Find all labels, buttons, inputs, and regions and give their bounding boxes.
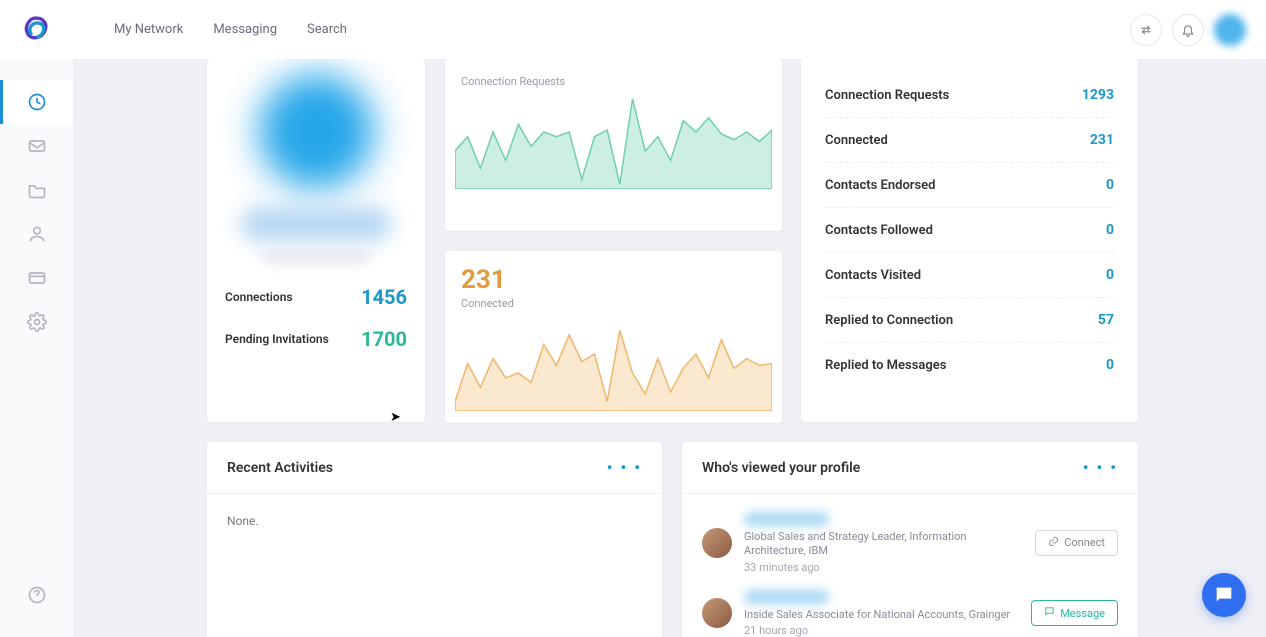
stat-label: Connection Requests — [825, 88, 949, 103]
stat-row: Contacts Endorsed 0 — [825, 163, 1114, 208]
chat-launcher[interactable] — [1202, 573, 1246, 617]
nav-messaging[interactable]: Messaging — [213, 22, 277, 37]
viewer-row: Inside Sales Associate for National Acco… — [702, 582, 1118, 637]
recent-more-icon[interactable]: • • • — [607, 458, 642, 477]
viewer-info: Inside Sales Associate for National Acco… — [744, 590, 1019, 637]
user-avatar[interactable] — [1214, 14, 1246, 46]
stat-value: 1293 — [1082, 87, 1114, 103]
chart-connected-value: 231 — [461, 265, 772, 295]
viewer-name — [744, 512, 829, 526]
profile-stats: Connections 1456 Pending Invitations 170… — [207, 285, 425, 369]
stat-label: Replied to Connection — [825, 313, 953, 328]
recent-activities-card: Recent Activities • • • None. — [207, 442, 662, 637]
nav-my-network[interactable]: My Network — [114, 22, 183, 37]
sidebar-billing[interactable] — [0, 256, 73, 300]
profile-name — [241, 207, 391, 241]
profile-card: Connections 1456 Pending Invitations 170… — [207, 59, 425, 422]
pending-label: Pending Invitations — [225, 332, 329, 346]
connections-value: 1456 — [361, 285, 407, 309]
stat-value: 0 — [1106, 267, 1114, 283]
viewer-row: Global Sales and Strategy Leader, Inform… — [702, 504, 1118, 582]
chart-requests-plot — [455, 94, 772, 189]
connections-label: Connections — [225, 290, 293, 304]
stat-label: Connected — [825, 133, 888, 148]
viewer-name — [744, 590, 829, 604]
stat-value: 231 — [1090, 132, 1114, 148]
bell-icon[interactable] — [1172, 14, 1204, 46]
stat-label: Contacts Visited — [825, 268, 921, 283]
chart-connected-label: Connected — [461, 297, 772, 310]
chat-icon — [1044, 606, 1055, 620]
stat-value: 0 — [1106, 177, 1114, 193]
topbar: My Network Messaging Search — [0, 0, 1266, 59]
stat-value: 0 — [1106, 357, 1114, 373]
viewer-info: Global Sales and Strategy Leader, Inform… — [744, 512, 1023, 574]
app-logo[interactable] — [18, 12, 54, 48]
swap-icon[interactable] — [1130, 14, 1162, 46]
sidebar-help[interactable] — [0, 573, 73, 617]
viewers-title: Who's viewed your profile — [702, 460, 860, 476]
viewers-more-icon[interactable]: • • • — [1083, 458, 1118, 477]
pending-value: 1700 — [361, 327, 407, 351]
stat-row: Contacts Followed 0 — [825, 208, 1114, 253]
stat-label: Replied to Messages — [825, 358, 946, 373]
sidebar-settings[interactable] — [0, 300, 73, 344]
sidebar-mail[interactable] — [0, 124, 73, 168]
stat-value: 0 — [1106, 222, 1114, 238]
sidebar-dashboard[interactable] — [0, 80, 73, 124]
chart-requests-label: Connection Requests — [461, 75, 772, 88]
profile-subtitle — [261, 249, 371, 263]
stat-row: Connected 231 — [825, 118, 1114, 163]
viewer-title: Global Sales and Strategy Leader, Inform… — [744, 530, 1023, 559]
viewers-card: Who's viewed your profile • • • Global S… — [682, 442, 1138, 637]
stat-value: 57 — [1098, 312, 1114, 328]
sidebar-files[interactable] — [0, 168, 73, 212]
recent-empty: None. — [227, 514, 259, 528]
viewer-time: 33 minutes ago — [744, 561, 1023, 574]
chart-connection-requests: Connection Requests — [445, 59, 782, 231]
stat-label: Contacts Followed — [825, 223, 933, 238]
chart-connected-plot — [455, 316, 772, 411]
viewer-title: Inside Sales Associate for National Acco… — [744, 608, 1019, 622]
action-label: Message — [1060, 607, 1105, 620]
top-nav: My Network Messaging Search — [114, 22, 347, 37]
stat-row: Replied to Connection 57 — [825, 298, 1114, 343]
recent-title: Recent Activities — [227, 460, 333, 476]
content: Connections 1456 Pending Invitations 170… — [74, 59, 1266, 637]
viewer-time: 21 hours ago — [744, 624, 1019, 637]
profile-avatar — [259, 74, 374, 189]
sidebar — [0, 0, 74, 637]
stat-row: Contacts Visited 0 — [825, 253, 1114, 298]
stat-row: Connection Requests 1293 — [825, 73, 1114, 118]
viewer-avatar — [702, 528, 732, 558]
stat-row: Replied to Messages 0 — [825, 343, 1114, 387]
stat-label: Contacts Endorsed — [825, 178, 935, 193]
chart-connected: 231 Connected — [445, 251, 782, 423]
viewer-avatar — [702, 598, 732, 628]
sidebar-contacts[interactable] — [0, 212, 73, 256]
action-label: Connect — [1064, 536, 1105, 549]
nav-search[interactable]: Search — [307, 22, 347, 37]
message-button[interactable]: Message — [1031, 600, 1118, 626]
link-icon — [1048, 536, 1059, 550]
topbar-right — [1130, 14, 1246, 46]
connect-button[interactable]: Connect — [1035, 530, 1118, 556]
stats-card: Connection Requests 1293 Connected 231 Conta… — [801, 59, 1138, 422]
